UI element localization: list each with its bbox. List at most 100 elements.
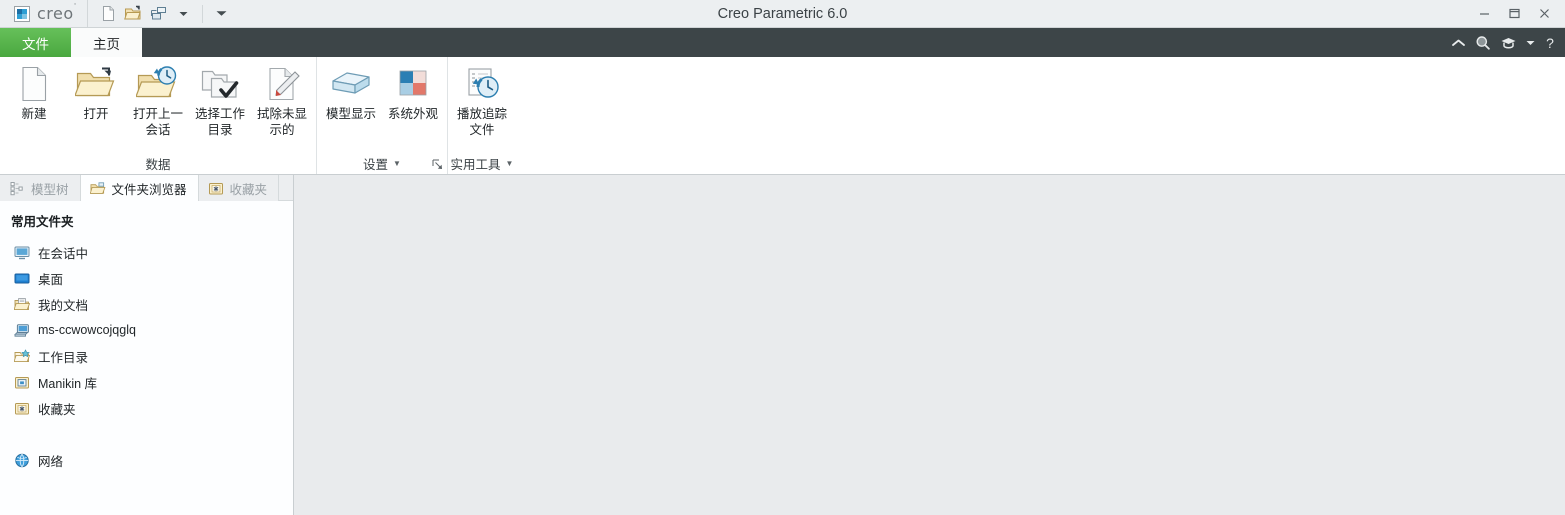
chevron-down-icon[interactable]: ▼	[393, 159, 401, 168]
creo-wordmark-sup: ·	[73, 0, 78, 10]
folder-desktop-label: 桌面	[38, 272, 64, 287]
document-new-icon	[17, 64, 51, 104]
folder-manikin-library[interactable]: Manikin 库	[0, 369, 293, 395]
common-folders-list: 常用文件夹 在会话中 桌面 我的文档 ms-ccwowcojqglq 工作目录 …	[0, 201, 293, 515]
window-title: Creo Parametric 6.0	[717, 5, 848, 22]
desktop-icon	[14, 270, 30, 286]
favorites-folder-icon	[208, 180, 224, 196]
ribbon-group-data: 新建 打开 打开上一会话 选择工作目录 拭除未显示的 数据	[0, 57, 316, 174]
chevron-down-icon-utilities[interactable]: ▼	[506, 159, 514, 168]
folder-network-label: 网络	[38, 454, 64, 469]
learning-icon[interactable]	[1500, 33, 1517, 53]
folder-list-spacer	[0, 421, 293, 447]
ribbon-group-settings: 模型显示 系统外观 设置 ▼	[316, 57, 447, 174]
navigator-tabs: 模型树 文件夹浏览器 收藏夹	[0, 175, 293, 201]
search-icon[interactable]	[1475, 33, 1491, 53]
maximize-button[interactable]	[1499, 3, 1529, 25]
open-last-session-button[interactable]: 打开上一会话	[127, 60, 189, 138]
tab-model-tree[interactable]: 模型树	[0, 175, 81, 201]
manikin-library-icon	[14, 374, 30, 390]
folder-computer[interactable]: ms-ccwowcojqglq	[0, 317, 293, 343]
system-appearance-button[interactable]: 系统外观	[382, 60, 444, 122]
play-trace-file-button-label: 播放追踪文件	[456, 107, 507, 137]
new-button[interactable]: 新建	[3, 60, 65, 122]
svg-text:?: ?	[1546, 35, 1554, 51]
creo-application-window: creo· Creo Parametric 6.0 文件 主页 ? 新建 打开 …	[0, 0, 1565, 515]
tab-file[interactable]: 文件	[0, 28, 71, 57]
creo-logo[interactable]: creo·	[0, 0, 87, 27]
close-button[interactable]	[1529, 3, 1559, 25]
regenerate-icon[interactable]	[146, 3, 170, 25]
window-controls	[1469, 0, 1565, 27]
navigator-panel: 模型树 文件夹浏览器 收藏夹 常用文件夹 在会话中 桌面 我的文档 ms-ccw…	[0, 175, 294, 515]
qat-separator	[202, 4, 204, 23]
new-button-label: 新建	[21, 107, 47, 121]
learning-dropdown-icon[interactable]	[1526, 33, 1535, 53]
tab-favorites-label: 收藏夹	[229, 182, 268, 197]
folder-check-icon	[199, 64, 241, 104]
ribbon-group-settings-footer: 设置 ▼	[317, 152, 447, 174]
tab-model-tree-label: 模型树	[31, 182, 69, 197]
open-button-label: 打开	[83, 107, 109, 121]
folder-desktop[interactable]: 桌面	[0, 265, 293, 291]
ribbon-group-utilities-items: 播放追踪文件	[448, 60, 516, 152]
erase-not-displayed-button[interactable]: 拭除未显示的	[251, 60, 313, 138]
folder-network[interactable]: 网络	[0, 447, 293, 473]
tab-home[interactable]: 主页	[71, 28, 142, 57]
documents-folder-icon	[14, 296, 30, 312]
model-display-button[interactable]: 模型显示	[320, 60, 382, 122]
folder-open-icon	[75, 64, 117, 104]
tab-folder-browser[interactable]: 文件夹浏览器	[80, 175, 199, 201]
graphics-work-area[interactable]	[294, 175, 1565, 515]
ribbon-group-utilities: 播放追踪文件 实用工具 ▼	[447, 57, 516, 174]
navigator-tabs-filler	[279, 175, 293, 201]
system-appearance-button-label: 系统外观	[387, 107, 438, 121]
favorites-folder-icon-item	[14, 400, 30, 416]
ribbon-group-utilities-footer: 实用工具 ▼	[448, 152, 516, 174]
cube-icon	[329, 64, 373, 104]
play-trace-file-button[interactable]: 播放追踪文件	[451, 60, 513, 138]
tab-folder-browser-label: 文件夹浏览器	[111, 182, 187, 197]
ribbon-group-utilities-title: 实用工具	[450, 157, 501, 172]
select-working-directory-button-label: 选择工作目录	[194, 107, 245, 137]
folder-computer-label: ms-ccwowcojqglq	[38, 323, 136, 337]
ribbon-group-settings-title: 设置	[363, 157, 389, 172]
folder-working-directory[interactable]: 工作目录	[0, 343, 293, 369]
help-icon[interactable]: ?	[1544, 33, 1556, 53]
ribbon-group-settings-items: 模型显示 系统外观	[317, 60, 447, 152]
play-trace-icon	[462, 64, 502, 104]
folder-clock-icon	[136, 64, 180, 104]
dialog-launcher-button[interactable]	[431, 158, 443, 170]
model-tree-icon	[9, 180, 25, 196]
title-bar: creo· Creo Parametric 6.0	[0, 0, 1565, 28]
minimize-button[interactable]	[1469, 3, 1499, 25]
erase-not-displayed-button-label: 拭除未显示的	[256, 107, 307, 137]
customize-qat-icon[interactable]	[209, 3, 233, 25]
open-button[interactable]: 打开	[65, 60, 127, 122]
ribbon-group-data-items: 新建 打开 打开上一会话 选择工作目录 拭除未显示的	[0, 60, 316, 152]
open-file-icon[interactable]	[121, 3, 145, 25]
folder-in-session-label: 在会话中	[38, 246, 89, 261]
model-display-button-label: 模型显示	[325, 107, 376, 121]
folder-my-documents[interactable]: 我的文档	[0, 291, 293, 317]
eraser-icon	[262, 64, 302, 104]
tab-favorites[interactable]: 收藏夹	[198, 175, 280, 201]
ribbon-tab-strip: 文件 主页 ?	[0, 28, 1565, 57]
common-folders-title: 常用文件夹	[11, 215, 74, 229]
globe-icon	[14, 452, 30, 468]
collapse-ribbon-icon[interactable]	[1451, 33, 1466, 53]
ribbon-tab-right-icons: ?	[1451, 28, 1565, 57]
new-file-icon[interactable]	[96, 3, 120, 25]
qat-dropdown-icon[interactable]	[171, 3, 195, 25]
creo-mark-icon	[14, 5, 30, 22]
folder-browser-icon	[89, 180, 106, 196]
open-last-session-button-label: 打开上一会话	[132, 107, 183, 137]
folder-my-documents-label: 我的文档	[38, 298, 89, 313]
folder-in-session[interactable]: 在会话中	[0, 239, 293, 265]
select-working-directory-button[interactable]: 选择工作目录	[189, 60, 251, 138]
folder-favorites-label: 收藏夹	[38, 402, 76, 417]
folder-favorites[interactable]: 收藏夹	[0, 395, 293, 421]
ribbon-group-data-footer: 数据	[0, 152, 316, 174]
ribbon: 新建 打开 打开上一会话 选择工作目录 拭除未显示的 数据 模型显示 系统外观 …	[0, 57, 1565, 175]
creo-wordmark: creo·	[37, 0, 77, 23]
